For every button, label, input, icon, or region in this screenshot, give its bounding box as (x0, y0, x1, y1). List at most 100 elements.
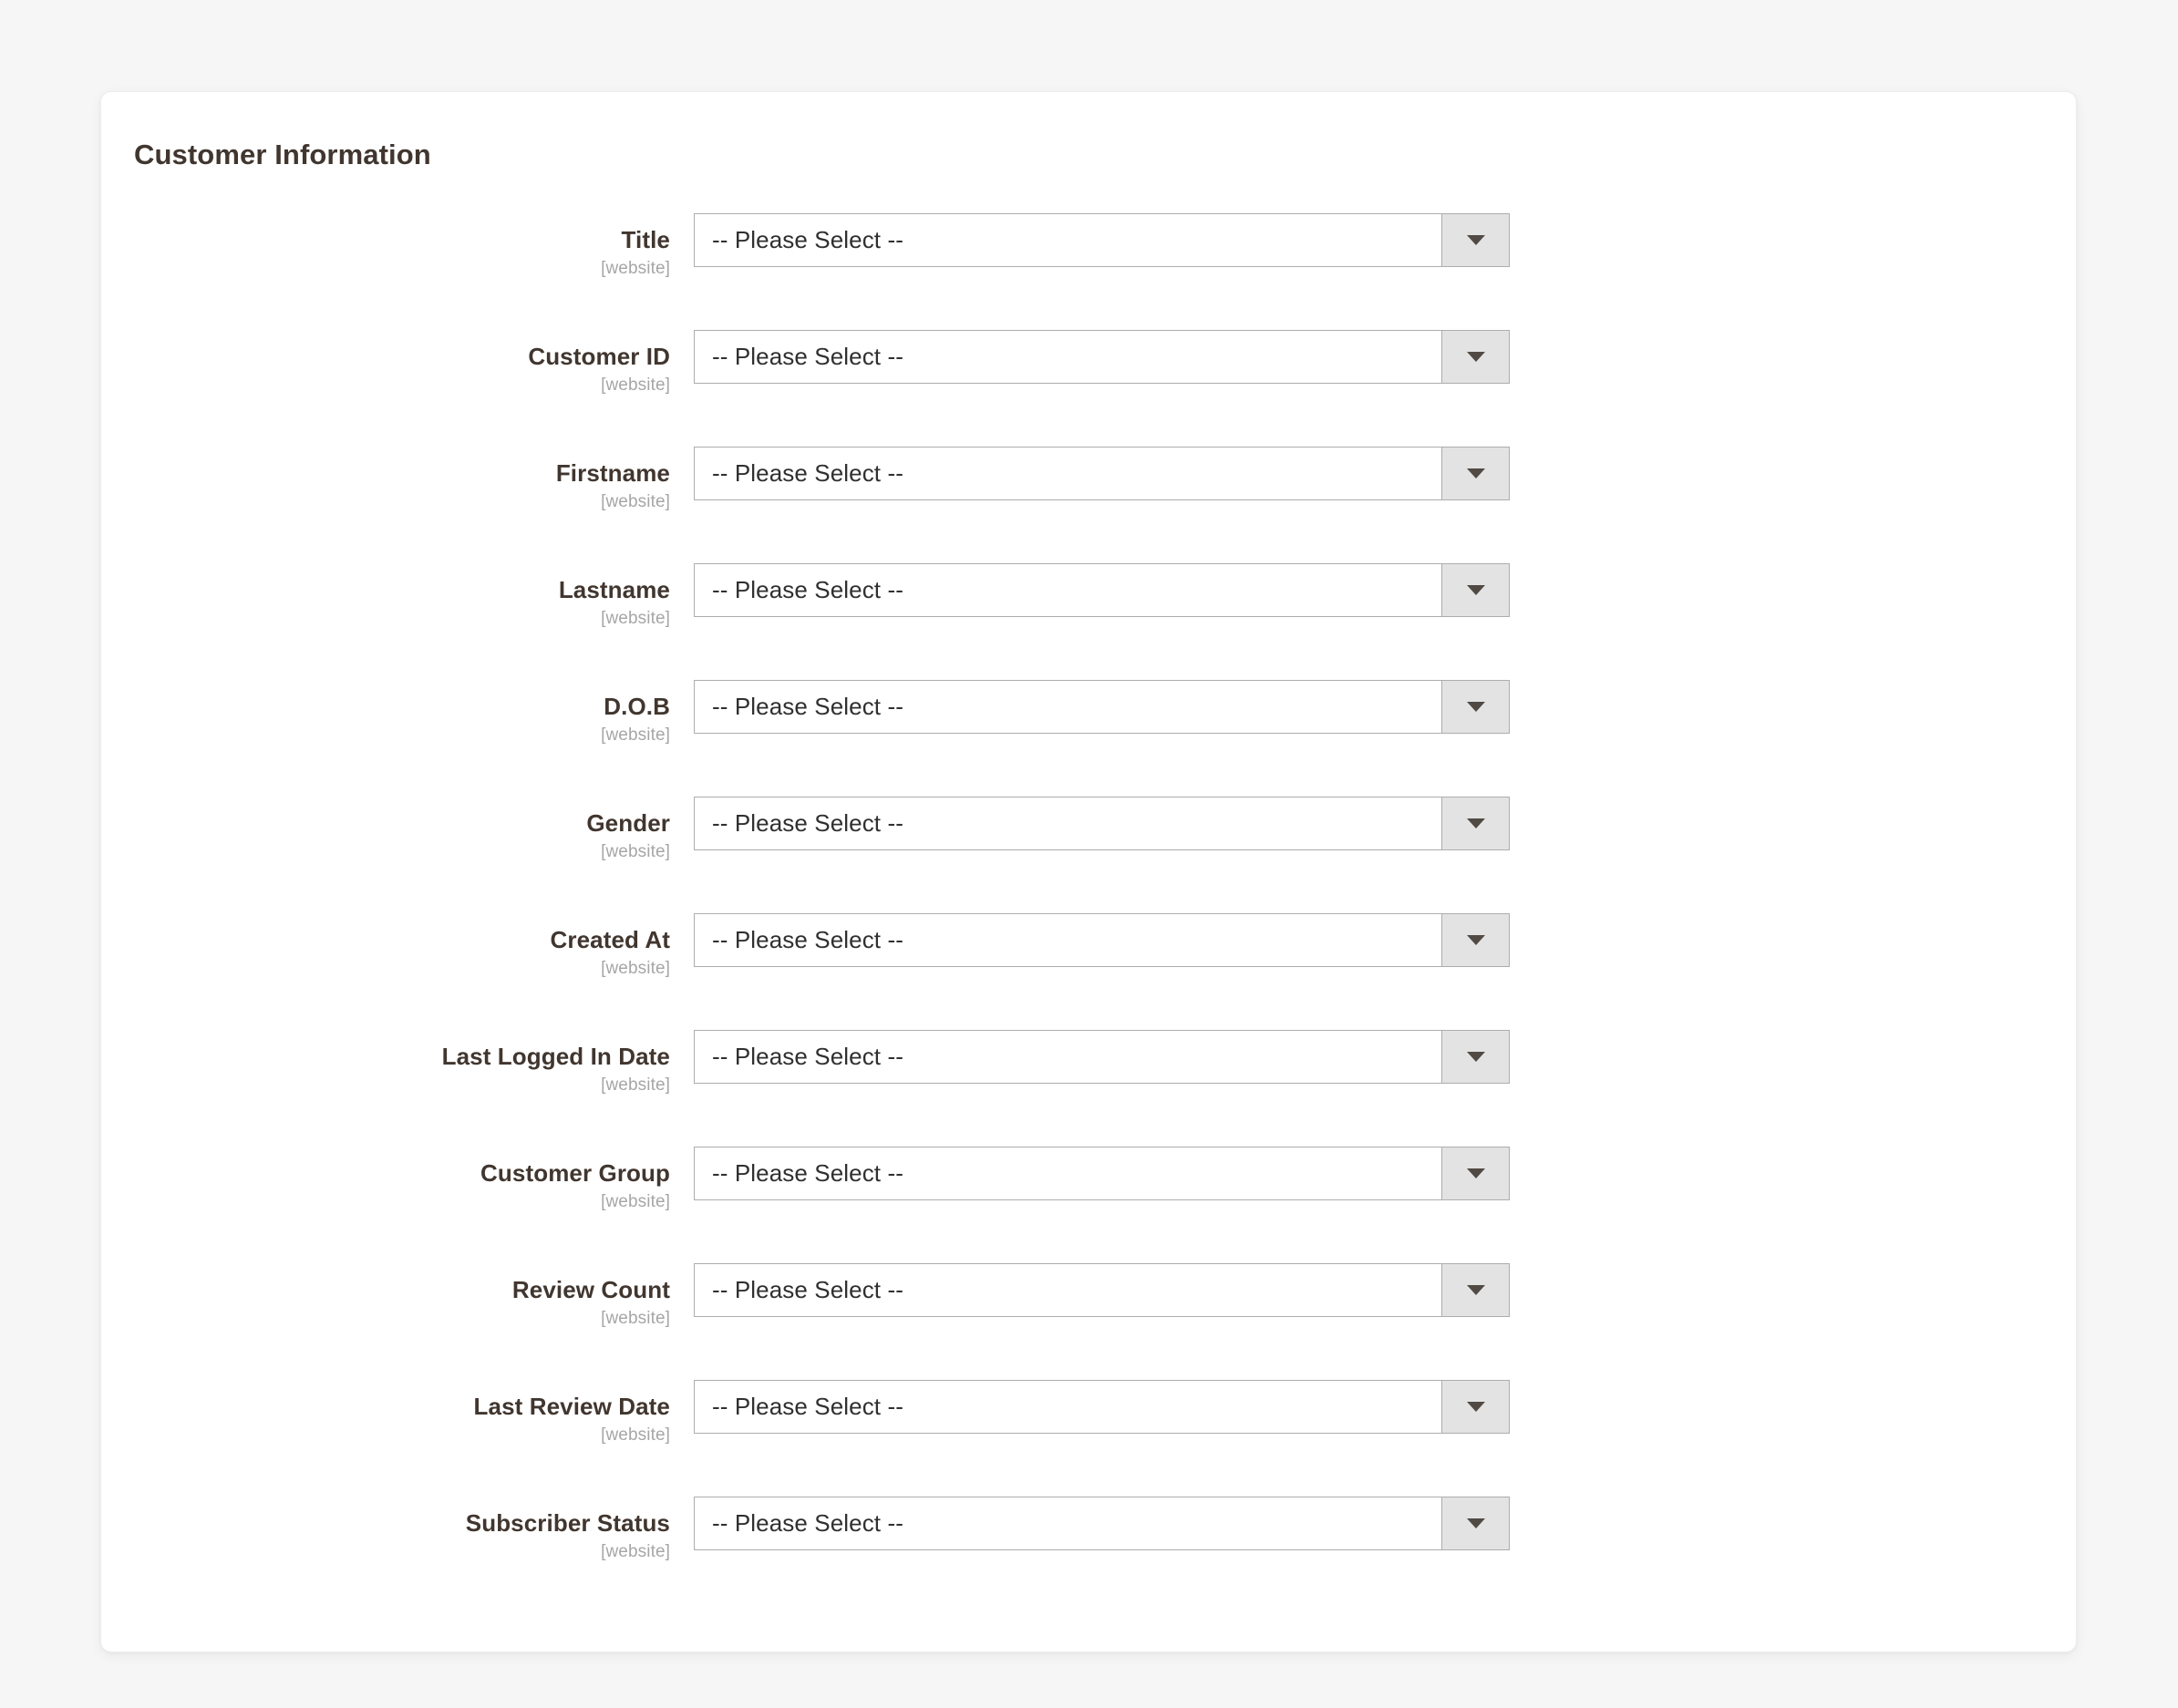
select-last-review-date[interactable]: -- Please Select -- (694, 1380, 1510, 1435)
field-label-review-count: Review Count (511, 1276, 670, 1304)
field-label-group-d-o-b: D.O.B [website] (101, 678, 694, 746)
field-row-customer-group: Customer Group [website] -- Please Select … (101, 1145, 2076, 1261)
select-last-logged-in-date[interactable]: -- Please Select -- (694, 1030, 1510, 1085)
field-row-last-review-date: Last Review Date [website] -- Please Selec… (101, 1378, 2076, 1495)
select-dropdown-button-d-o-b[interactable] (1441, 681, 1509, 734)
field-scope-created-at: [website] (601, 958, 670, 978)
select-firstname[interactable]: -- Please Select -- (694, 447, 1510, 501)
field-scope-customer-group: [website] (601, 1191, 670, 1211)
field-scope-d-o-b: [website] (601, 725, 670, 745)
field-label-group-customer-group: Customer Group [website] (101, 1145, 694, 1213)
field-control-last-logged-in-date: -- Please Select -- (694, 1028, 1510, 1085)
field-label-last-logged-in-date: Last Logged In Date (441, 1043, 670, 1071)
chevron-down-icon (1466, 1052, 1485, 1063)
select-review-count[interactable]: -- Please Select -- (694, 1263, 1510, 1318)
select-dropdown-button-review-count[interactable] (1441, 1264, 1509, 1317)
field-label-last-review-date: Last Review Date (473, 1393, 670, 1421)
select-title[interactable]: -- Please Select -- (694, 213, 1510, 268)
field-label-d-o-b: D.O.B (604, 693, 670, 721)
field-label-group-subscriber-status: Subscriber Status [website] (101, 1495, 694, 1563)
field-label-gender: Gender (586, 809, 670, 838)
field-label-group-lastname: Lastname [website] (101, 561, 694, 630)
field-control-review-count: -- Please Select -- (694, 1261, 1510, 1318)
field-scope-title: [website] (601, 258, 670, 278)
chevron-down-icon (1466, 1285, 1485, 1296)
field-control-created-at: -- Please Select -- (694, 911, 1510, 968)
select-value-customer-group[interactable]: -- Please Select -- (695, 1147, 1441, 1200)
field-row-gender: Gender [website] -- Please Select -- (101, 795, 2076, 911)
select-created-at[interactable]: -- Please Select -- (694, 913, 1510, 968)
chevron-down-icon (1466, 1168, 1485, 1179)
field-label-title: Title (621, 226, 670, 254)
select-subscriber-status[interactable]: -- Please Select -- (694, 1497, 1510, 1551)
page-background: Customer Information Title [website] -- Pl… (0, 0, 2178, 1708)
field-control-lastname: -- Please Select -- (694, 561, 1510, 618)
field-label-group-last-logged-in-date: Last Logged In Date [website] (101, 1028, 694, 1096)
select-value-lastname[interactable]: -- Please Select -- (695, 564, 1441, 617)
field-row-subscriber-status: Subscriber Status [website] -- Please Sele… (101, 1495, 2076, 1611)
select-dropdown-button-title[interactable] (1441, 214, 1509, 267)
field-scope-subscriber-status: [website] (601, 1541, 670, 1561)
field-label-lastname: Lastname (558, 576, 670, 604)
field-label-group-last-review-date: Last Review Date [website] (101, 1378, 694, 1446)
field-row-d-o-b: D.O.B [website] -- Please Select -- (101, 678, 2076, 795)
field-row-firstname: Firstname [website] -- Please Select -- (101, 445, 2076, 561)
select-value-created-at[interactable]: -- Please Select -- (695, 914, 1441, 967)
select-value-title[interactable]: -- Please Select -- (695, 214, 1441, 267)
select-value-customer-id[interactable]: -- Please Select -- (695, 331, 1441, 384)
field-control-firstname: -- Please Select -- (694, 445, 1510, 501)
select-customer-id[interactable]: -- Please Select -- (694, 330, 1510, 385)
field-label-subscriber-status: Subscriber Status (465, 1509, 670, 1538)
page-title: Customer Information (134, 139, 431, 170)
field-label-created-at: Created At (550, 926, 670, 954)
field-row-lastname: Lastname [website] -- Please Select -- (101, 561, 2076, 678)
chevron-down-icon (1466, 1518, 1485, 1529)
field-label-customer-id: Customer ID (528, 343, 670, 371)
field-label-firstname: Firstname (555, 459, 670, 488)
field-label-group-title: Title [website] (101, 211, 694, 280)
select-value-gender[interactable]: -- Please Select -- (695, 797, 1441, 850)
field-label-group-review-count: Review Count [website] (101, 1261, 694, 1330)
field-control-customer-group: -- Please Select -- (694, 1145, 1510, 1201)
field-scope-last-review-date: [website] (601, 1425, 670, 1445)
select-dropdown-button-created-at[interactable] (1441, 914, 1509, 967)
select-value-subscriber-status[interactable]: -- Please Select -- (695, 1497, 1441, 1550)
field-row-last-logged-in-date: Last Logged In Date [website] -- Please Se… (101, 1028, 2076, 1145)
field-row-created-at: Created At [website] -- Please Select -- (101, 911, 2076, 1028)
field-control-customer-id: -- Please Select -- (694, 328, 1510, 385)
field-label-group-created-at: Created At [website] (101, 911, 694, 980)
field-row-review-count: Review Count [website] -- Please Select -- (101, 1261, 2076, 1378)
chevron-down-icon (1466, 935, 1485, 946)
select-dropdown-button-gender[interactable] (1441, 797, 1509, 850)
select-value-d-o-b[interactable]: -- Please Select -- (695, 681, 1441, 734)
field-label-group-customer-id: Customer ID [website] (101, 328, 694, 396)
select-lastname[interactable]: -- Please Select -- (694, 563, 1510, 618)
select-dropdown-button-subscriber-status[interactable] (1441, 1497, 1509, 1550)
chevron-down-icon (1466, 818, 1485, 829)
field-control-last-review-date: -- Please Select -- (694, 1378, 1510, 1435)
field-control-d-o-b: -- Please Select -- (694, 678, 1510, 735)
chevron-down-icon (1466, 585, 1485, 596)
field-row-title: Title [website] -- Please Select -- (101, 211, 2076, 328)
field-scope-review-count: [website] (601, 1308, 670, 1328)
chevron-down-icon (1466, 1402, 1485, 1413)
select-gender[interactable]: -- Please Select -- (694, 797, 1510, 851)
field-scope-gender: [website] (601, 841, 670, 861)
customer-information-panel: Customer Information Title [website] -- Pl… (100, 91, 2077, 1653)
select-value-last-review-date[interactable]: -- Please Select -- (695, 1381, 1441, 1434)
select-value-review-count[interactable]: -- Please Select -- (695, 1264, 1441, 1317)
select-dropdown-button-last-logged-in-date[interactable] (1441, 1031, 1509, 1084)
chevron-down-icon (1466, 468, 1485, 479)
select-d-o-b[interactable]: -- Please Select -- (694, 680, 1510, 735)
select-value-last-logged-in-date[interactable]: -- Please Select -- (695, 1031, 1441, 1084)
field-scope-firstname: [website] (601, 491, 670, 511)
field-scope-last-logged-in-date: [website] (601, 1075, 670, 1095)
select-dropdown-button-customer-id[interactable] (1441, 331, 1509, 384)
select-dropdown-button-lastname[interactable] (1441, 564, 1509, 617)
select-dropdown-button-customer-group[interactable] (1441, 1147, 1509, 1200)
field-label-customer-group: Customer Group (480, 1159, 670, 1188)
select-customer-group[interactable]: -- Please Select -- (694, 1147, 1510, 1201)
select-dropdown-button-firstname[interactable] (1441, 448, 1509, 500)
select-dropdown-button-last-review-date[interactable] (1441, 1381, 1509, 1434)
select-value-firstname[interactable]: -- Please Select -- (695, 448, 1441, 500)
